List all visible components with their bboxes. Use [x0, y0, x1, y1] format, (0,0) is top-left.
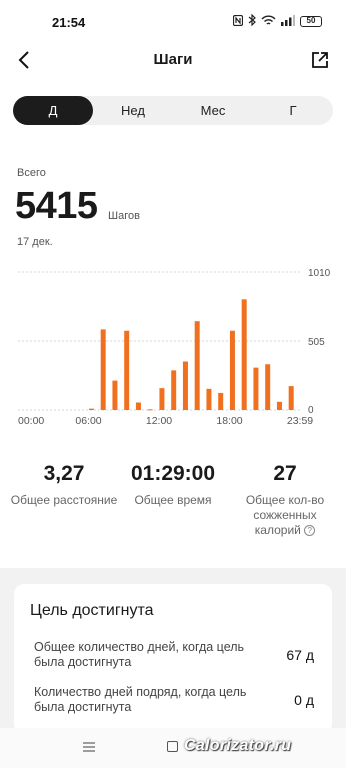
- status-time: 21:54: [52, 15, 86, 30]
- stat-distance: 3,27 Общее расстояние: [4, 462, 124, 508]
- stat-distance-value: 3,27: [43, 462, 85, 485]
- chart-bar: [112, 380, 118, 410]
- x-tick-label: 18:00: [216, 415, 242, 427]
- watermark: Calorizator.ru: [184, 737, 292, 754]
- period-tabs: Д Нед Мес Г: [13, 96, 333, 125]
- chart-bar: [265, 364, 271, 410]
- status-bar: 21:54 50: [0, 0, 346, 44]
- stat-time-label: Общее время: [134, 493, 212, 507]
- menu-icon: [83, 742, 95, 752]
- chart-bar: [159, 388, 165, 410]
- battery-icon: 50: [300, 16, 322, 27]
- x-tick-label: 23:59: [287, 415, 313, 427]
- nfc-icon: [232, 14, 244, 29]
- x-tick-label: 06:00: [75, 415, 101, 427]
- chart-bar: [241, 299, 247, 410]
- y-tick-label: 505: [308, 337, 325, 348]
- status-icons: 50: [232, 13, 322, 29]
- system-nav-bar: Calorizator.ru: [0, 728, 346, 768]
- bluetooth-icon: [248, 13, 256, 29]
- stat-time-value: 01:29:00: [130, 462, 216, 485]
- chart-bar: [206, 388, 212, 410]
- x-tick-label: 12:00: [146, 415, 172, 427]
- tab-week[interactable]: Нед: [93, 96, 173, 125]
- steps-chart-svg: 1010505000:00 06:00 12:00 18:00 23:59: [18, 268, 331, 427]
- y-tick-label: 1010: [308, 268, 331, 279]
- goal-row-total-label: Общее количество дней, когда цель была д…: [34, 640, 245, 669]
- steps-chart[interactable]: 1010 505 0 00:00 06:00 12:00 18:00 23:59: [0, 262, 346, 432]
- stat-distance-label: Общее расстояние: [10, 493, 118, 507]
- chart-bar: [147, 409, 153, 411]
- signal-icon: [281, 14, 295, 29]
- goal-card: Цель достигнута Общее количество дней, к…: [14, 584, 332, 734]
- goal-row-total-value: 67 д: [286, 647, 314, 663]
- chart-bar: [88, 408, 94, 410]
- total-steps-value: 5415: [15, 185, 98, 227]
- chart-bar: [229, 330, 235, 410]
- menu-button[interactable]: [82, 740, 96, 754]
- chart-bar: [135, 402, 141, 410]
- share-button[interactable]: [306, 46, 334, 74]
- stats-row: 3,27 Общее расстояние 01:29:00 Общее вре…: [0, 462, 346, 542]
- chart-bar: [253, 367, 259, 410]
- export-icon: [312, 52, 328, 68]
- chart-bar: [100, 329, 106, 410]
- chart-bar: [182, 361, 188, 410]
- chart-bar: [276, 401, 282, 410]
- goal-row-streak-value: 0 д: [294, 692, 314, 708]
- total-label: Всего: [17, 167, 46, 179]
- chart-bar: [218, 392, 224, 410]
- chart-bar: [124, 330, 130, 410]
- home-button[interactable]: [167, 741, 178, 752]
- x-tick-label: 00:00: [18, 415, 44, 427]
- page-title: Шаги: [153, 51, 193, 68]
- tab-month[interactable]: Мес: [173, 96, 253, 125]
- info-icon[interactable]: ?: [304, 525, 316, 536]
- tab-day[interactable]: Д: [13, 96, 93, 125]
- goal-section: Цель достигнута Общее количество дней, к…: [0, 568, 346, 734]
- tab-year[interactable]: Г: [253, 96, 333, 125]
- chart-bar: [171, 370, 177, 410]
- chart-bar: [288, 386, 294, 410]
- stat-time: 01:29:00 Общее время: [118, 462, 228, 508]
- stat-calories-label-wrap: Общее кол-во сожженных калорий ?: [232, 493, 338, 538]
- steps-unit: Шагов: [108, 210, 140, 222]
- stat-calories: 27 Общее кол-во сожженных калорий ?: [232, 462, 338, 538]
- goal-row-streak-label: Количество дней подряд, когда цель была …: [34, 685, 247, 714]
- goal-row-streak: Количество дней подряд, когда цель была …: [34, 685, 314, 715]
- date-label: 17 дек.: [17, 236, 53, 248]
- stat-calories-value: 27: [273, 462, 297, 485]
- goal-title: Цель достигнута: [30, 602, 154, 619]
- wifi-icon: [261, 15, 276, 29]
- goal-row-total: Общее количество дней, когда цель была д…: [34, 640, 314, 670]
- chart-bar: [194, 321, 200, 410]
- header: Шаги: [0, 44, 346, 76]
